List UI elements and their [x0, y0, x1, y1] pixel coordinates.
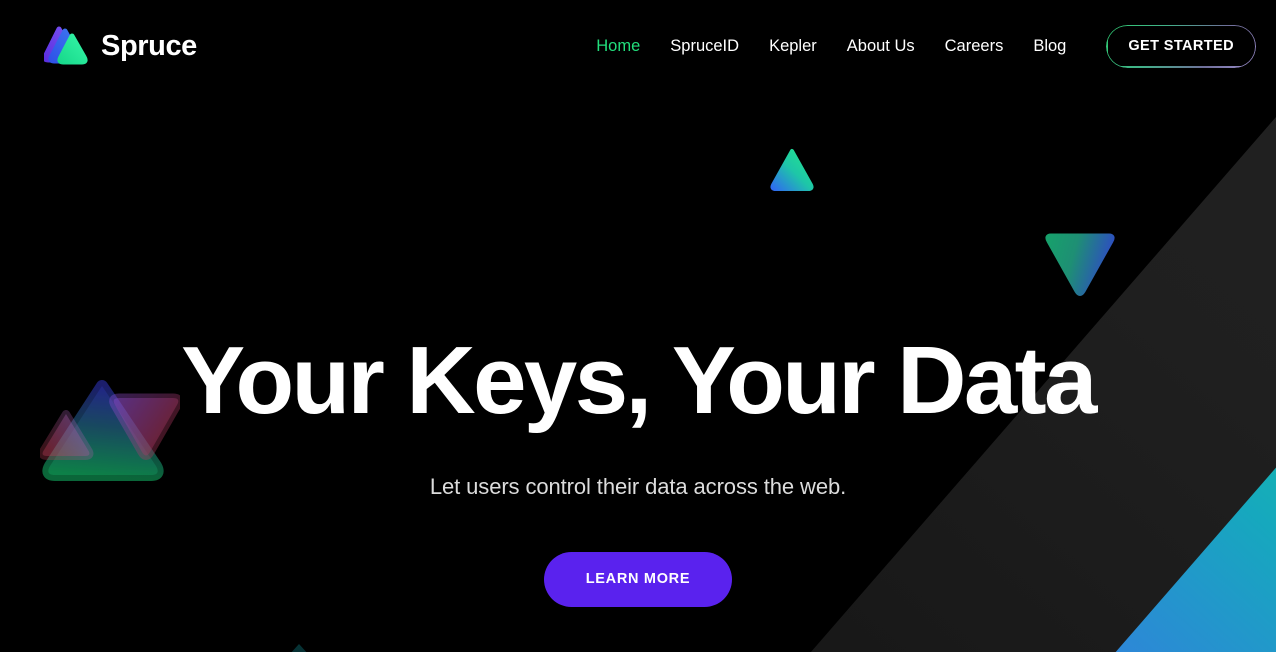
gradient-inverted-triangle-icon [1044, 231, 1116, 303]
brand-logo-link[interactable]: Spruce [44, 25, 197, 67]
nav-item-careers[interactable]: Careers [930, 38, 1019, 55]
site-header: Spruce Home SpruceID Kepler About Us Car… [0, 0, 1276, 92]
diagonal-dark-band [651, 0, 1276, 652]
bottom-teal-sliver-icon [268, 644, 330, 652]
nav-item-spruceid[interactable]: SpruceID [655, 38, 754, 55]
nav-item-home[interactable]: Home [581, 38, 655, 55]
hero-title: Your Keys, Your Data [181, 327, 1097, 434]
page-root: Spruce Home SpruceID Kepler About Us Car… [0, 0, 1276, 652]
translucent-triangle-cluster-icon [38, 378, 183, 493]
learn-more-button[interactable]: LEARN MORE [544, 551, 732, 607]
main-navigation: Home SpruceID Kepler About Us Careers Bl… [581, 24, 1256, 68]
gradient-triangle-icon [770, 148, 814, 192]
spruce-triangle-logo-icon [44, 25, 88, 67]
get-started-button[interactable]: GET STARTED [1106, 24, 1256, 68]
brand-name: Spruce [101, 29, 197, 62]
hero-subtitle: Let users control their data across the … [429, 474, 847, 499]
nav-item-kepler[interactable]: Kepler [754, 38, 832, 55]
nav-item-about-us[interactable]: About Us [832, 38, 930, 55]
nav-item-blog[interactable]: Blog [1018, 38, 1081, 55]
